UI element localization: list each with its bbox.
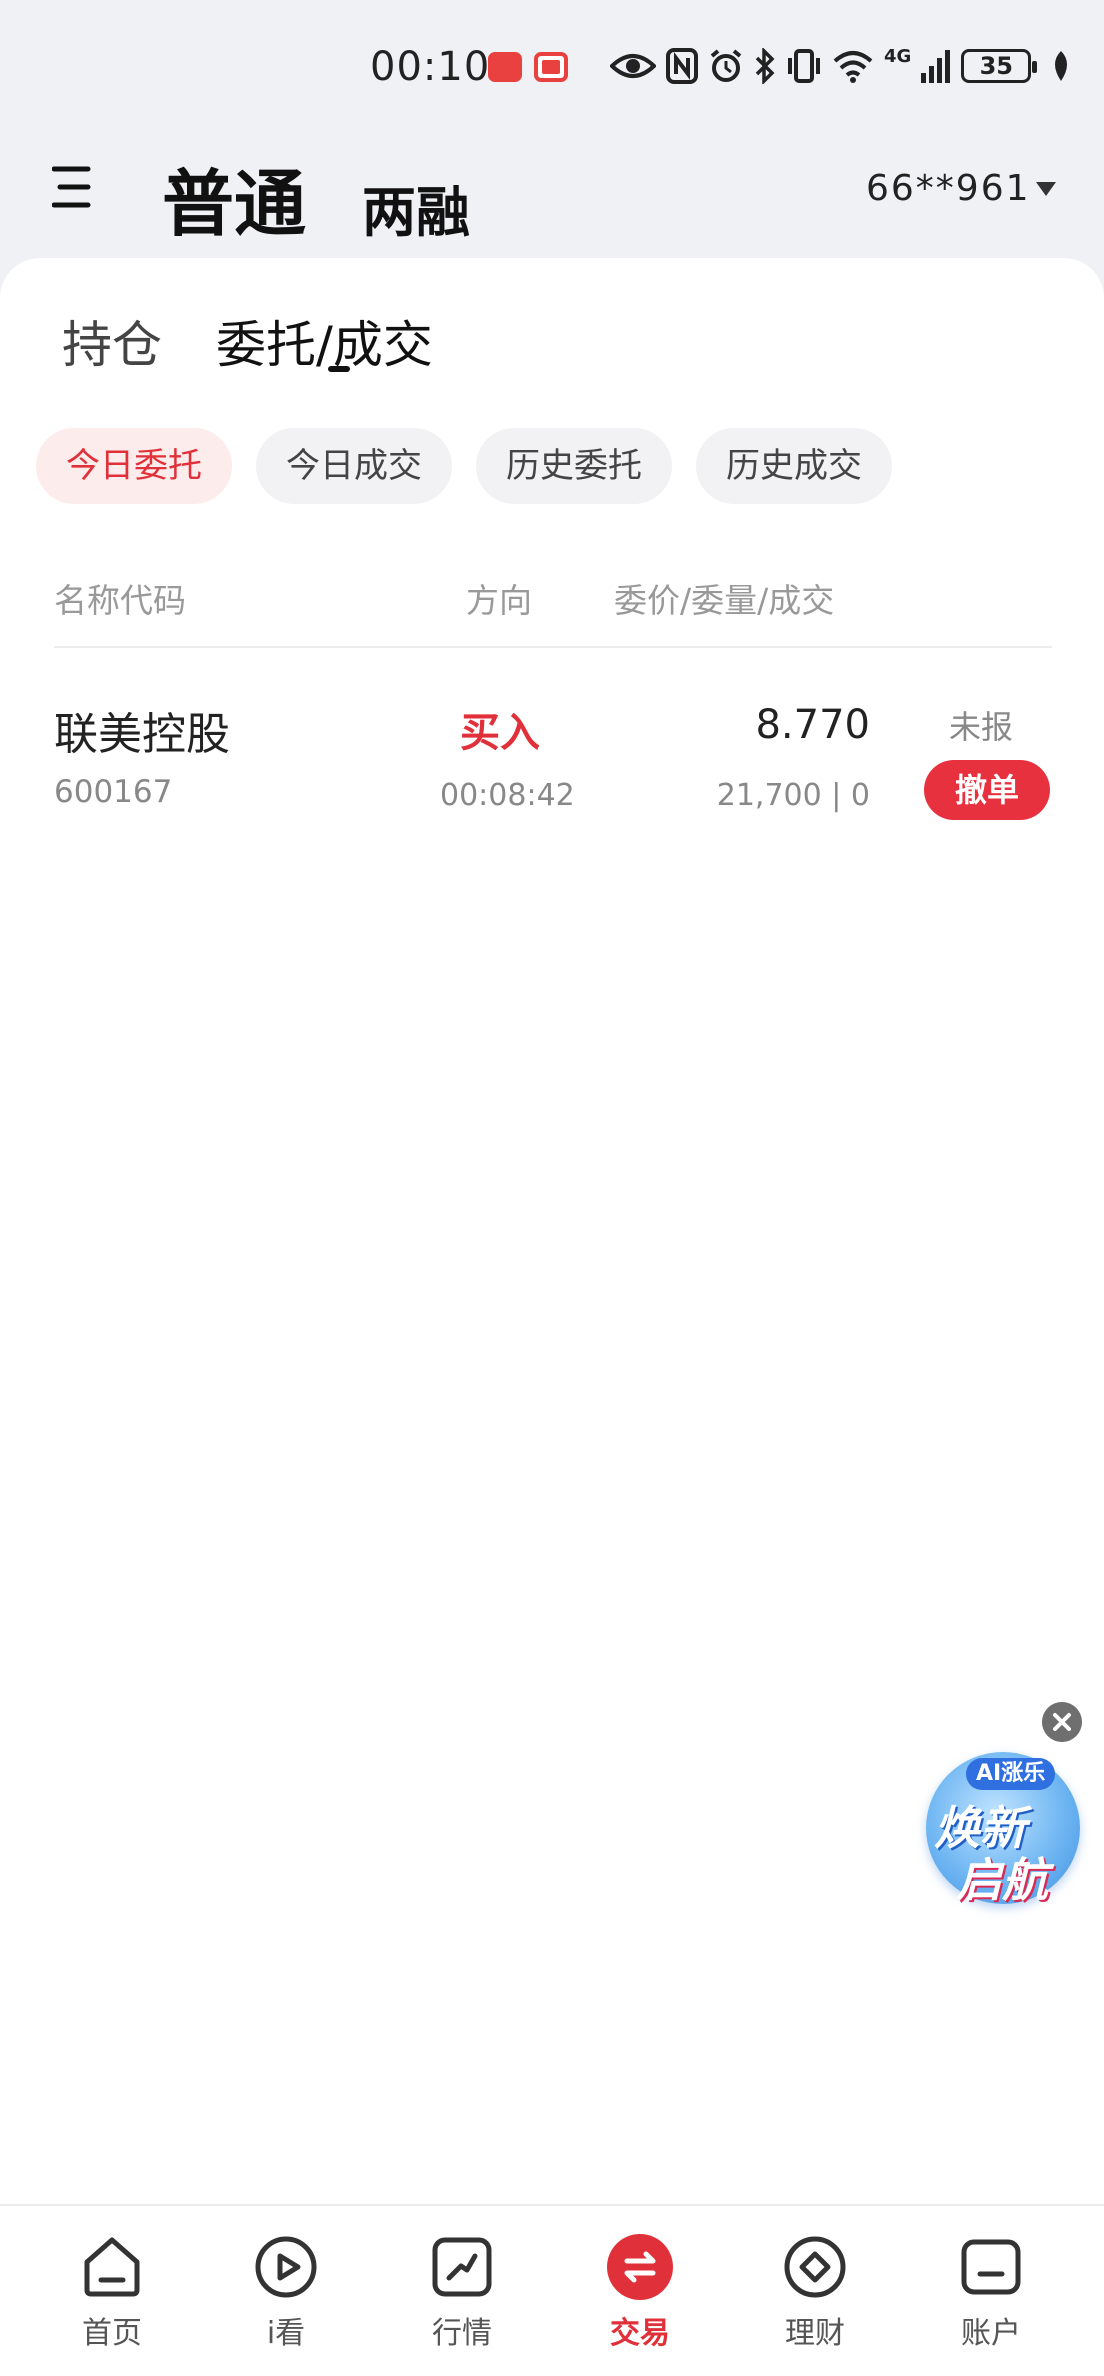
- status-icons: 4G 35: [610, 46, 1073, 86]
- tab-normal[interactable]: 普通: [162, 145, 306, 250]
- promo-line-2: 启航: [956, 1853, 1048, 1907]
- notification-app-icon: [534, 52, 568, 82]
- tab-margin[interactable]: 两融: [362, 168, 470, 247]
- tab-orders[interactable]: 委托/成交: [216, 305, 433, 377]
- huawei-app-icon: [488, 52, 522, 82]
- nav-market[interactable]: 行情: [402, 2232, 522, 2356]
- nav-watch-label: i看: [266, 2316, 306, 2351]
- alarm-icon: [710, 49, 742, 82]
- vibrate-icon: [788, 49, 820, 83]
- chart-icon: [432, 2237, 492, 2297]
- nav-market-label: 行情: [432, 2316, 492, 2351]
- order-price: 8.770: [755, 702, 870, 748]
- active-tab-indicator: [328, 366, 350, 372]
- nav-home[interactable]: 首页: [52, 2232, 172, 2356]
- column-header-price-qty: 委价/委量/成交: [614, 581, 835, 620]
- leaf-icon: [1055, 51, 1068, 81]
- home-icon: [84, 2237, 140, 2297]
- column-header-direction: 方向: [466, 581, 532, 620]
- swap-icon: [607, 2234, 673, 2300]
- column-header-name: 名称代码: [54, 581, 186, 620]
- cancel-order-button[interactable]: 撤单: [924, 760, 1050, 820]
- account-selector[interactable]: 66**961: [866, 168, 1031, 209]
- promo-badge[interactable]: AI涨乐 焕新 启航: [926, 1752, 1080, 1907]
- wallet-icon: [961, 2239, 1021, 2295]
- nav-wealth-label: 理财: [785, 2316, 845, 2351]
- header-divider: [54, 646, 1052, 648]
- stock-name: 联美控股: [54, 709, 230, 760]
- status-time: 00:10: [370, 44, 491, 90]
- nav-trade[interactable]: 交易: [580, 2232, 700, 2356]
- wifi-icon: [833, 51, 873, 83]
- order-direction: 买入: [460, 710, 540, 756]
- order-time: 00:08:42: [440, 778, 575, 813]
- filter-today-trades[interactable]: 今日成交: [256, 428, 452, 504]
- play-icon: [255, 2236, 317, 2298]
- signal-icon: [921, 50, 951, 83]
- filter-history-orders[interactable]: 历史委托: [476, 428, 672, 504]
- caret-down-icon[interactable]: [1036, 182, 1056, 196]
- nav-home-label: 首页: [82, 2316, 142, 2351]
- battery-icon: 35: [961, 49, 1038, 83]
- diamond-icon: [784, 2236, 846, 2298]
- nfc-icon: [666, 48, 698, 84]
- nav-trade-label: 交易: [610, 2316, 670, 2351]
- nav-account-label: 账户: [961, 2316, 1021, 2351]
- nav-watch[interactable]: i看: [226, 2232, 346, 2356]
- filter-today-orders[interactable]: 今日委托: [36, 428, 232, 504]
- bluetooth-icon: [755, 48, 775, 84]
- close-icon[interactable]: [1042, 1702, 1082, 1742]
- menu-icon[interactable]: [52, 163, 92, 213]
- content-card: [0, 258, 1104, 2204]
- nav-account[interactable]: 账户: [931, 2232, 1051, 2356]
- promo-tag: AI涨乐: [966, 1758, 1056, 1790]
- tab-holdings[interactable]: 持仓: [62, 305, 162, 377]
- order-status: 未报: [949, 708, 1014, 746]
- order-qty-filled: 21,700 | 0: [716, 778, 870, 813]
- network-type: 4G: [884, 46, 912, 67]
- eye-icon: [610, 54, 656, 78]
- nav-wealth[interactable]: 理财: [755, 2232, 875, 2356]
- stock-code: 600167: [54, 774, 173, 810]
- filter-chips: 今日委托 今日成交 历史委托 历史成交: [36, 428, 892, 504]
- status-bar: 00:10 4G 35: [0, 0, 1104, 135]
- filter-history-trades[interactable]: 历史成交: [696, 428, 892, 504]
